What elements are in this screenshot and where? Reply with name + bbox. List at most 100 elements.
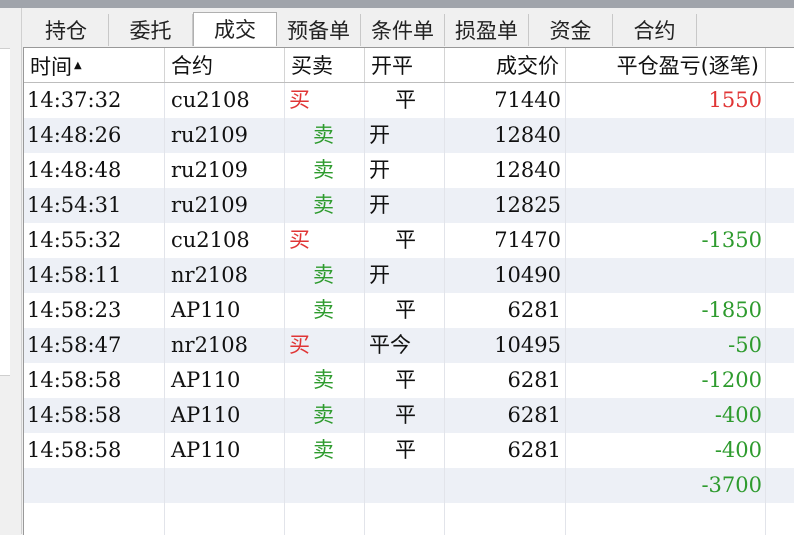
total-pnl: -3700 bbox=[566, 468, 766, 503]
trades-table: 时间 ▲ 合约 买卖 开平 成交价 平仓盈亏(逐笔) 14:37:32 cu2108… bbox=[23, 47, 794, 535]
cell-time: 14:58:58 bbox=[24, 433, 165, 468]
cell-price: 71470 bbox=[445, 223, 566, 258]
cell-time: 14:58:23 bbox=[24, 293, 165, 328]
cell-contract: cu2108 bbox=[165, 223, 285, 258]
cell-time: 14:48:48 bbox=[24, 153, 165, 188]
cell-filler bbox=[766, 223, 794, 258]
cell-empty bbox=[24, 503, 165, 535]
cell-side: 卖 bbox=[285, 293, 365, 328]
cell-side: 卖 bbox=[285, 188, 365, 223]
cell-contract: cu2108 bbox=[165, 83, 285, 118]
cell-open-close: 开 bbox=[365, 258, 445, 293]
cell-contract: AP110 bbox=[165, 398, 285, 433]
table-row[interactable]: 14:58:23 AP110 卖平 6281 -1850 bbox=[24, 293, 794, 328]
cell-pnl: -400 bbox=[566, 433, 766, 468]
table-row[interactable]: 14:58:47 nr2108 买平今 10495 -50 bbox=[24, 328, 794, 363]
table-row[interactable]: 14:48:26 ru2109 卖开 12840 bbox=[24, 118, 794, 153]
tab-4[interactable]: 条件单 bbox=[361, 14, 445, 46]
column-header-time-label: 时间 bbox=[30, 55, 72, 79]
cell-filler bbox=[766, 118, 794, 153]
cell-price: 71440 bbox=[445, 83, 566, 118]
total-row: -3700 bbox=[24, 468, 794, 503]
cell-pnl bbox=[566, 188, 766, 223]
cell-open-close: 平今 bbox=[365, 328, 445, 363]
column-header-contract[interactable]: 合约 bbox=[165, 48, 285, 82]
tab-1[interactable]: 委托 bbox=[109, 14, 193, 46]
cell-pnl: -1850 bbox=[566, 293, 766, 328]
cell-filler bbox=[766, 188, 794, 223]
table-body: 14:37:32 cu2108 买平 71440 1550 14:48:26 ru2109 卖… bbox=[24, 83, 794, 535]
cell-open-close: 平 bbox=[365, 223, 445, 258]
table-row[interactable]: 14:48:48 ru2109 卖开 12840 bbox=[24, 153, 794, 188]
table-row[interactable]: 14:37:32 cu2108 买平 71440 1550 bbox=[24, 83, 794, 118]
cell-side: 卖 bbox=[285, 398, 365, 433]
table-row[interactable]: 14:58:58 AP110 卖平 6281 -400 bbox=[24, 433, 794, 468]
tab-2[interactable]: 成交 bbox=[193, 12, 277, 46]
column-header-filler bbox=[766, 48, 794, 82]
window-top-strip bbox=[0, 0, 794, 8]
tab-6[interactable]: 资金 bbox=[529, 14, 613, 46]
cell-open-close: 开 bbox=[365, 118, 445, 153]
cell-pnl: -1350 bbox=[566, 223, 766, 258]
cell-empty bbox=[165, 503, 285, 535]
cell-filler bbox=[766, 468, 794, 503]
cell-filler bbox=[766, 153, 794, 188]
cell-side: 买 bbox=[285, 328, 365, 363]
cell-pnl bbox=[566, 153, 766, 188]
cell-open-close: 平 bbox=[365, 293, 445, 328]
table-row[interactable]: 14:58:58 AP110 卖平 6281 -400 bbox=[24, 398, 794, 433]
sort-ascending-icon: ▲ bbox=[74, 60, 82, 71]
cell-price: 10495 bbox=[445, 328, 566, 363]
cell-filler bbox=[766, 83, 794, 118]
cell-side: 买 bbox=[285, 83, 365, 118]
cell-price: 6281 bbox=[445, 433, 566, 468]
column-header-time[interactable]: 时间 ▲ bbox=[24, 48, 165, 82]
cell-empty bbox=[766, 503, 794, 535]
cell-contract: AP110 bbox=[165, 293, 285, 328]
tab-7[interactable]: 合约 bbox=[613, 14, 697, 46]
table-row[interactable]: 14:55:32 cu2108 买平 71470 -1350 bbox=[24, 223, 794, 258]
tab-bar: 持仓 委托 成交 预备单 条件单 损盈单 资金 合约 bbox=[24, 12, 697, 46]
column-header-price[interactable]: 成交价 bbox=[445, 48, 566, 82]
cell-open-close: 开 bbox=[365, 188, 445, 223]
cell-price: 6281 bbox=[445, 293, 566, 328]
cell-open-close: 平 bbox=[365, 363, 445, 398]
cell-open-close: 开 bbox=[365, 153, 445, 188]
cell-open-close: 平 bbox=[365, 433, 445, 468]
left-panel bbox=[0, 8, 22, 534]
cell-filler bbox=[766, 293, 794, 328]
cell-contract: nr2108 bbox=[165, 258, 285, 293]
cell-contract: nr2108 bbox=[165, 328, 285, 363]
cell-time: 14:58:58 bbox=[24, 363, 165, 398]
table-row[interactable]: 14:58:58 AP110 卖平 6281 -1200 bbox=[24, 363, 794, 398]
cell-time: 14:37:32 bbox=[24, 83, 165, 118]
tab-5[interactable]: 损盈单 bbox=[445, 14, 529, 46]
cell-open-close: 平 bbox=[365, 83, 445, 118]
cell-side bbox=[285, 468, 365, 503]
cell-pnl: -1200 bbox=[566, 363, 766, 398]
cell-filler bbox=[766, 398, 794, 433]
cell-side: 卖 bbox=[285, 118, 365, 153]
cell-side: 卖 bbox=[285, 153, 365, 188]
cell-time: 14:58:58 bbox=[24, 398, 165, 433]
cell-price bbox=[445, 468, 566, 503]
table-header: 时间 ▲ 合约 买卖 开平 成交价 平仓盈亏(逐笔) bbox=[24, 48, 794, 83]
empty-row bbox=[24, 503, 794, 535]
cell-open-close: 平 bbox=[365, 398, 445, 433]
cell-pnl bbox=[566, 118, 766, 153]
column-header-pnl[interactable]: 平仓盈亏(逐笔) bbox=[566, 48, 766, 82]
cell-filler bbox=[766, 328, 794, 363]
cell-price: 12840 bbox=[445, 118, 566, 153]
left-panel-inner bbox=[0, 48, 10, 376]
table-row[interactable]: 14:54:31 ru2109 卖开 12825 bbox=[24, 188, 794, 223]
table-row[interactable]: 14:58:11 nr2108 卖开 10490 bbox=[24, 258, 794, 293]
cell-side: 卖 bbox=[285, 363, 365, 398]
cell-empty bbox=[365, 503, 445, 535]
cell-pnl: -50 bbox=[566, 328, 766, 363]
column-header-open-close[interactable]: 开平 bbox=[365, 48, 445, 82]
tab-0[interactable]: 持仓 bbox=[24, 14, 109, 46]
cell-contract: AP110 bbox=[165, 433, 285, 468]
column-header-side[interactable]: 买卖 bbox=[285, 48, 365, 82]
tab-3[interactable]: 预备单 bbox=[277, 14, 361, 46]
cell-price: 12840 bbox=[445, 153, 566, 188]
